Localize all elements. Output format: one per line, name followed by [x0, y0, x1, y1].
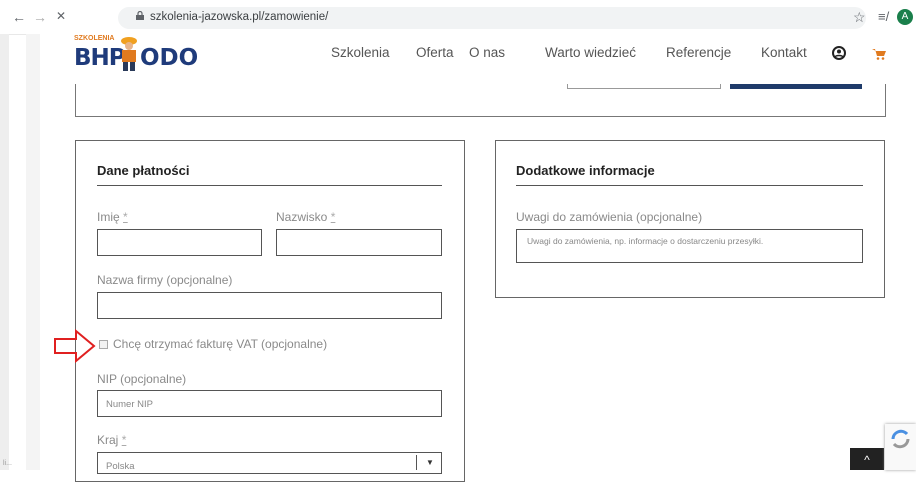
logo-odo: ODO [140, 45, 199, 71]
order-notes-textarea[interactable]: Uwagi do zamówienia, np. informacje o do… [516, 229, 863, 263]
recaptcha-icon [891, 429, 910, 449]
order-notes-label: Uwagi do zamówienia (opcjonalne) [516, 210, 703, 224]
nav-warto-wiedziec[interactable]: Warto wiedzieć [545, 45, 636, 60]
vat-checkbox[interactable] [99, 340, 108, 349]
country-value: Polska [106, 461, 135, 472]
forward-icon[interactable]: → [33, 9, 47, 25]
nav-szkolenia[interactable]: Szkolenia [331, 45, 390, 60]
company-input[interactable] [97, 292, 442, 319]
user-icon[interactable] [832, 46, 846, 60]
billing-divider [97, 185, 442, 186]
worker-icon [121, 37, 137, 71]
nip-input[interactable]: Numer NIP [97, 390, 442, 417]
additional-info-title: Dodatkowe informacje [516, 163, 655, 178]
browser-toolbar: ← → ✕ szkolenia-jazowska.pl/zamowienie/ … [0, 0, 916, 35]
recaptcha-badge[interactable] [885, 424, 916, 470]
order-notes-placeholder: Uwagi do zamówienia, np. informacje o do… [527, 236, 764, 246]
page-margin [26, 34, 40, 470]
status-text: li... [3, 460, 12, 467]
billing-title: Dane płatności [97, 163, 190, 178]
chevron-down-icon[interactable]: ▼ [416, 455, 443, 470]
lock-icon [136, 11, 144, 20]
reading-list-icon[interactable]: ≡/ [878, 9, 889, 24]
back-icon[interactable]: ← [12, 9, 26, 25]
nav-o-nas[interactable]: O nas [469, 45, 505, 60]
nip-label: NIP (opcjonalne) [97, 372, 187, 386]
nav-referencje[interactable]: Referencje [666, 45, 731, 60]
first-name-input[interactable] [97, 229, 262, 256]
scroll-to-top-button[interactable]: ^ [850, 448, 884, 470]
last-name-input[interactable] [276, 229, 442, 256]
red-arrow-icon [54, 329, 96, 363]
last-name-label: Nazwisko * [276, 210, 336, 224]
site-logo[interactable]: SZKOLENIA BHP ODO [74, 33, 198, 77]
close-icon[interactable]: ✕ [56, 9, 66, 23]
country-label: Kraj * [97, 433, 127, 447]
country-select[interactable]: Polska [97, 452, 442, 474]
first-name-label: Imię * [97, 210, 128, 224]
cart-icon[interactable] [872, 48, 886, 60]
nav-kontakt[interactable]: Kontakt [761, 45, 807, 60]
url-text[interactable]: szkolenia-jazowska.pl/zamowienie/ [150, 11, 328, 23]
logo-tagline: SZKOLENIA [74, 35, 115, 42]
company-label: Nazwa firmy (opcjonalne) [97, 273, 233, 287]
vat-checkbox-label[interactable]: Chcę otrzymać fakturę VAT (opcjonalne) [113, 337, 327, 351]
star-icon[interactable]: ☆ [853, 9, 866, 26]
nav-oferta[interactable]: Oferta [416, 45, 454, 60]
profile-avatar[interactable]: A [897, 9, 913, 25]
left-sidebar-strip [0, 34, 9, 470]
additional-divider [516, 185, 863, 186]
nip-placeholder: Numer NIP [106, 399, 153, 410]
